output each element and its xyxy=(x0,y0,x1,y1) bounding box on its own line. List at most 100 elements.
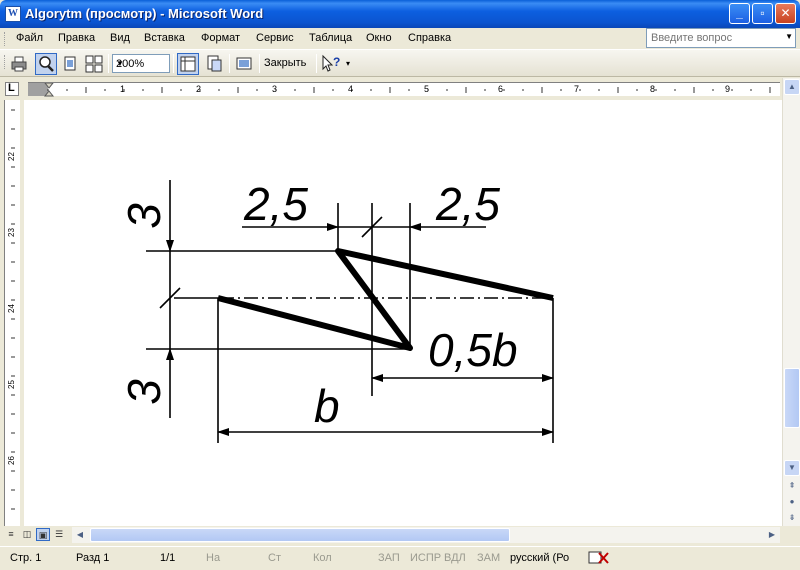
ruler-label: 1 xyxy=(120,84,126,94)
status-column: Кол xyxy=(313,552,332,564)
horizontal-scroll-row: ≡ ◫ ▣ ☰ ◀ ▶ xyxy=(0,526,800,544)
view-ruler-button[interactable] xyxy=(177,53,199,75)
one-page-button[interactable] xyxy=(59,53,81,75)
menu-view[interactable]: Вид xyxy=(110,32,130,44)
toolbar-grip[interactable] xyxy=(4,55,7,69)
printer-icon xyxy=(11,56,27,72)
ruler-label: 6 xyxy=(498,84,504,94)
print-preview-toolbar: 200% ▼ Закрыть ? ▾ xyxy=(0,50,800,77)
print-button[interactable] xyxy=(8,53,30,75)
menu-format[interactable]: Формат xyxy=(201,32,240,44)
scroll-right-button[interactable]: ▶ xyxy=(764,527,780,543)
menu-tools[interactable]: Сервис xyxy=(256,32,294,44)
print-layout-view-button[interactable]: ▣ xyxy=(36,528,50,541)
status-at: На xyxy=(206,552,221,564)
vertical-ruler-label: 23 xyxy=(6,228,16,237)
toolbar-separator xyxy=(229,54,230,73)
chevron-down-icon[interactable]: ▼ xyxy=(116,59,167,68)
next-page-button[interactable]: ⇟ xyxy=(784,510,800,526)
status-language[interactable]: русский (Ро xyxy=(510,552,569,564)
help-question-box[interactable]: ▼ xyxy=(646,28,796,48)
status-track-changes[interactable]: ИСПР xyxy=(410,552,441,564)
ruler-label: 9 xyxy=(725,84,731,94)
menu-table[interactable]: Таблица xyxy=(309,32,352,44)
ruler-label: 2 xyxy=(196,84,202,94)
toolbar-separator xyxy=(108,54,109,73)
menu-edit[interactable]: Правка xyxy=(58,32,95,44)
ruler-icon xyxy=(180,56,196,72)
dim-label-top-right: 2,5 xyxy=(435,178,500,230)
dim-label-top-mid: 2,5 xyxy=(243,178,308,230)
maximize-icon: ▫ xyxy=(760,6,765,20)
close-window-button[interactable]: ✕ xyxy=(775,3,796,24)
multiple-pages-icon xyxy=(85,55,103,73)
status-page: Стр. 1 xyxy=(10,552,42,564)
weld-symbol-drawing: 3 3 2,5 2,5 0,5b b xyxy=(118,178,554,443)
ruler-label: 5 xyxy=(424,84,430,94)
tab-stop-left-icon: L xyxy=(8,82,15,94)
menu-file[interactable]: Файл xyxy=(16,32,43,44)
status-extend-selection[interactable]: ВДЛ xyxy=(444,552,466,564)
menu-help[interactable]: Справка xyxy=(408,32,451,44)
status-record-macro[interactable]: ЗАП xyxy=(378,552,400,564)
zoom-select[interactable]: 200% ▼ xyxy=(112,54,170,73)
vertical-ruler-strip[interactable]: 22 23 24 25 26 xyxy=(4,100,20,526)
toolbar-separator xyxy=(173,54,174,73)
menu-window[interactable]: Окно xyxy=(366,32,392,44)
ruler-label: 4 xyxy=(348,84,354,94)
multiple-pages-button[interactable] xyxy=(83,53,105,75)
previous-page-button[interactable]: ⇞ xyxy=(784,478,800,494)
chevron-down-icon[interactable]: ▼ xyxy=(785,32,793,41)
horizontal-scrollbar[interactable]: ◀ ▶ xyxy=(72,527,780,543)
one-page-icon xyxy=(64,56,76,71)
close-icon: ✕ xyxy=(780,6,791,20)
full-screen-button[interactable] xyxy=(233,53,255,75)
scroll-left-button[interactable]: ◀ xyxy=(72,527,88,543)
maximize-button[interactable]: ▫ xyxy=(752,3,773,24)
toolbar-separator xyxy=(259,54,260,73)
menu-grip[interactable] xyxy=(4,32,7,46)
normal-view-button[interactable]: ≡ xyxy=(4,528,18,541)
vertical-ruler: 22 23 24 25 26 xyxy=(0,100,24,526)
title-bar[interactable]: W Algorytm (просмотр) - Microsoft Word _… xyxy=(0,0,800,28)
magnifier-button[interactable] xyxy=(35,53,57,75)
dim-label-top-left: 3 xyxy=(118,203,170,229)
select-browse-object-button[interactable]: ● xyxy=(784,494,800,510)
ruler-label: 8 xyxy=(650,84,656,94)
status-overtype[interactable]: ЗАМ xyxy=(477,552,500,564)
dim-label-b: b xyxy=(314,380,340,432)
document-page[interactable]: 3 3 2,5 2,5 0,5b b xyxy=(24,100,782,526)
menu-insert[interactable]: Вставка xyxy=(144,32,185,44)
outline-view-button[interactable]: ☰ xyxy=(52,528,66,541)
ruler-label: 3 xyxy=(272,84,278,94)
vertical-scroll-thumb[interactable] xyxy=(784,368,800,428)
minimize-icon: _ xyxy=(736,6,743,20)
web-layout-view-button[interactable]: ◫ xyxy=(20,528,34,541)
ruler-strip[interactable]: 1 2 3 4 5 6 7 8 9 xyxy=(28,82,780,97)
magnifier-icon xyxy=(39,56,54,72)
window-title: Algorytm (просмотр) - Microsoft Word xyxy=(25,6,264,21)
ruler-label: 7 xyxy=(574,84,580,94)
toolbar-options-icon[interactable]: ▾ xyxy=(346,59,350,68)
status-line: Ст xyxy=(268,552,281,564)
svg-text:?: ? xyxy=(333,55,340,69)
vertical-scrollbar[interactable]: ▲ ▼ ⇞ ● ⇟ xyxy=(782,78,800,526)
status-section: Разд 1 xyxy=(76,552,110,564)
tab-selector[interactable]: L xyxy=(5,82,19,96)
toolbar-separator xyxy=(316,54,317,73)
context-help-button[interactable]: ? xyxy=(320,53,342,75)
shrink-to-fit-button[interactable] xyxy=(203,53,225,75)
vertical-ruler-label: 25 xyxy=(6,380,16,389)
scroll-down-button[interactable]: ▼ xyxy=(784,460,800,476)
help-pointer-icon: ? xyxy=(322,54,340,72)
close-preview-button[interactable]: Закрыть xyxy=(264,57,306,69)
ruler-ticks xyxy=(43,83,771,97)
help-question-input[interactable] xyxy=(647,29,775,46)
app-icon-letter: W xyxy=(8,8,18,19)
horizontal-scroll-thumb[interactable] xyxy=(90,528,510,542)
minimize-button[interactable]: _ xyxy=(729,3,750,24)
spelling-status-icon[interactable] xyxy=(588,551,610,568)
scroll-up-button[interactable]: ▲ xyxy=(784,79,800,95)
vertical-ruler-label: 26 xyxy=(6,456,16,465)
word-app-icon[interactable]: W xyxy=(5,6,21,22)
